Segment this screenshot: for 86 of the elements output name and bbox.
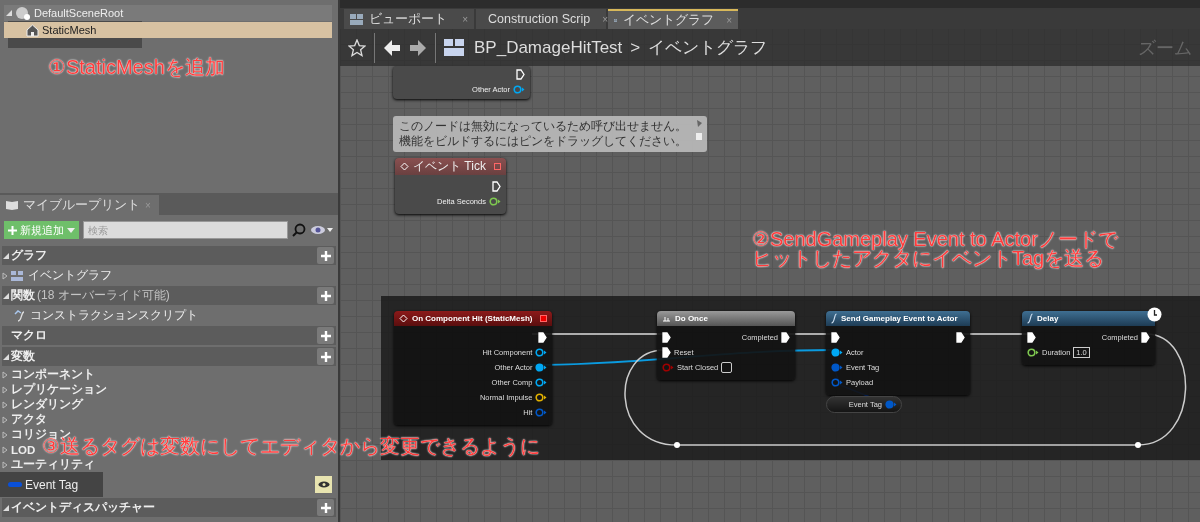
data-pin-icon[interactable] xyxy=(1027,348,1039,357)
sphere-icon xyxy=(15,6,31,20)
node-header: Delay xyxy=(1022,311,1155,326)
function-icon xyxy=(13,309,27,322)
category-item[interactable]: レプリケーション xyxy=(0,382,109,397)
section-header[interactable]: グラフ xyxy=(2,246,336,265)
exec-pin-icon[interactable] xyxy=(831,332,840,343)
plus-icon xyxy=(320,290,331,301)
graph-icon xyxy=(11,270,25,281)
list-item[interactable]: イベントグラフ xyxy=(0,266,338,285)
graph-name[interactable]: イベントグラフ xyxy=(648,36,768,59)
category-item[interactable]: LOD xyxy=(0,442,38,457)
forward-arrow-icon[interactable] xyxy=(409,38,427,57)
search-field[interactable]: 検索 xyxy=(83,221,288,239)
event-icon xyxy=(400,162,409,171)
eye-icon[interactable] xyxy=(310,225,334,235)
add-button[interactable] xyxy=(317,499,334,516)
expanded-arrow-icon[interactable] xyxy=(3,292,9,299)
macro-icon xyxy=(662,314,671,323)
plus-icon xyxy=(8,225,17,235)
graph-canvas[interactable] xyxy=(340,0,1200,522)
breadcrumb-separator: > xyxy=(630,37,641,58)
tree-item[interactable]: DefaultSceneRoot xyxy=(4,5,332,21)
annotation-text: ③送るタグは変数にしてエディタから変更できるように xyxy=(42,437,540,456)
node-header: Do Once xyxy=(657,311,795,326)
output-delegate-icon[interactable] xyxy=(540,315,548,322)
add-button[interactable] xyxy=(317,327,334,344)
plus-icon xyxy=(320,250,331,261)
list-item[interactable]: コンストラクションスクリプト xyxy=(0,306,338,325)
function-icon xyxy=(831,313,837,324)
data-pin-icon[interactable] xyxy=(535,348,548,357)
section-header[interactable]: 変数 xyxy=(2,347,336,366)
section-header[interactable]: 関数 (18 オーバーライド可能) xyxy=(2,286,336,305)
exec-pin-icon[interactable] xyxy=(662,347,671,358)
visibility-toggle[interactable] xyxy=(315,476,332,493)
checkbox[interactable] xyxy=(721,362,733,373)
plus-icon xyxy=(320,330,331,341)
collapsed-arrow-icon[interactable] xyxy=(2,271,8,280)
star-icon[interactable] xyxy=(348,38,366,57)
node-header: Send Gameplay Event to Actor xyxy=(826,311,970,326)
search-icon[interactable] xyxy=(292,223,306,237)
data-pin-icon[interactable] xyxy=(535,363,548,372)
back-arrow-icon[interactable] xyxy=(383,38,401,57)
node-header: イベント Tick xyxy=(395,158,506,175)
exec-pin-icon[interactable] xyxy=(781,332,790,343)
annotation-text: ①StaticMeshを追加 xyxy=(48,58,225,77)
caret-icon xyxy=(67,227,75,233)
editor-tab[interactable]: イベントグラフ × xyxy=(608,9,738,29)
grid-icon xyxy=(350,13,363,25)
blueprint-name[interactable]: BP_DamageHitTest xyxy=(474,37,623,58)
plus-icon xyxy=(320,502,331,513)
expanded-arrow-icon[interactable] xyxy=(6,10,12,16)
book-icon xyxy=(6,200,18,210)
expanded-arrow-icon[interactable] xyxy=(3,252,9,259)
node-header: On Component Hit (StaticMesh) xyxy=(394,311,553,326)
editor-tab[interactable]: ビューポート × xyxy=(344,9,474,29)
expanded-arrow-icon[interactable] xyxy=(3,504,9,511)
exec-pin-icon[interactable] xyxy=(1027,332,1036,343)
category-item[interactable]: コンポーネント xyxy=(0,367,97,382)
category-item[interactable]: アクタ xyxy=(0,412,49,427)
house-icon xyxy=(26,23,39,37)
annotation-text: ②SendGameplay Event to Actorノードで ヒットしたアクタにイベントTagを送る xyxy=(752,230,1118,268)
category-item[interactable]: レンダリング xyxy=(0,397,85,412)
category-item[interactable]: ユーティリティ xyxy=(0,457,97,472)
add-button[interactable] xyxy=(317,287,334,304)
section-header[interactable]: マクロ xyxy=(2,326,336,345)
data-pin-icon[interactable] xyxy=(535,378,548,387)
data-pin-icon[interactable] xyxy=(831,348,843,357)
comment-bubble: このノードは無効になっているため呼び出せません。 機能をビルドするにはピンをドラッグしてください。 xyxy=(393,116,707,152)
section-header[interactable]: イベントディスパッチャー xyxy=(2,498,336,517)
event-icon xyxy=(399,314,408,323)
exec-pin-icon[interactable] xyxy=(1141,332,1150,343)
plus-icon xyxy=(320,351,331,362)
graph-icon xyxy=(444,38,466,57)
add-button[interactable] xyxy=(317,247,334,264)
editor-tab[interactable]: Construction Scrip × xyxy=(476,9,606,29)
function-icon xyxy=(1027,313,1033,324)
exec-pin-icon[interactable] xyxy=(662,332,671,343)
expanded-arrow-icon[interactable] xyxy=(3,353,9,360)
exec-pin-icon[interactable] xyxy=(956,332,965,343)
add-button[interactable] xyxy=(317,348,334,365)
exec-pin-icon[interactable] xyxy=(538,332,548,343)
tree-item[interactable]: StaticMesh xyxy=(4,22,332,38)
eye-icon xyxy=(317,481,330,488)
my-blueprint-tab[interactable]: マイブループリント × xyxy=(0,195,159,215)
data-pin-icon[interactable] xyxy=(535,393,548,402)
